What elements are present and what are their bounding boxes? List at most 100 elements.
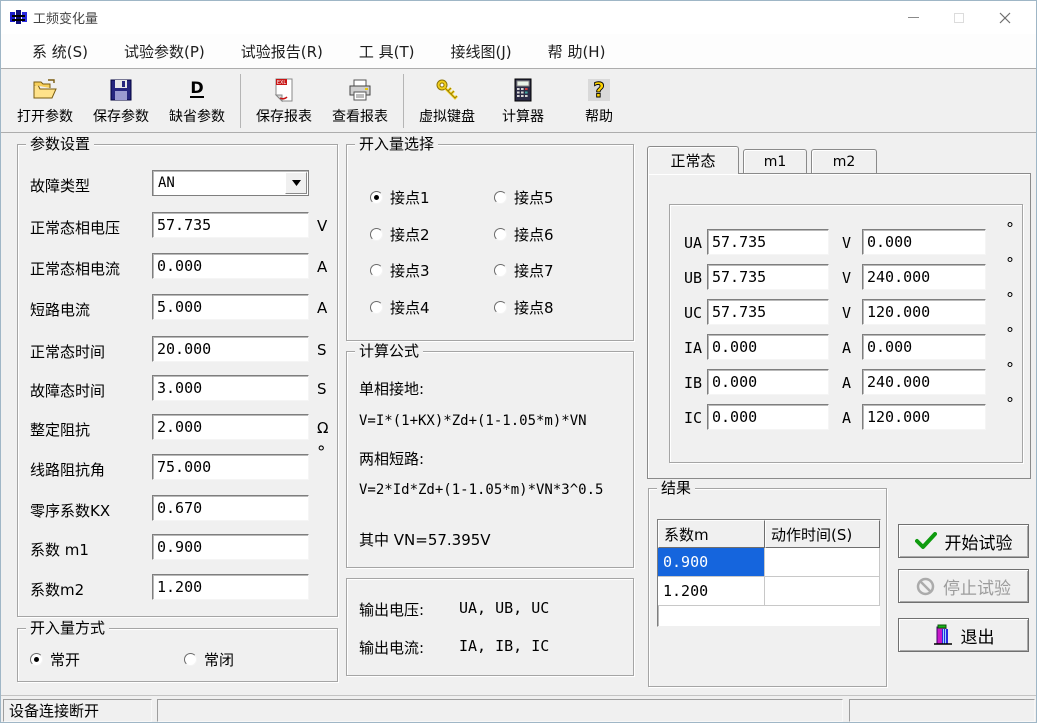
menu-wiring-diagram[interactable]: 接线图(J) bbox=[442, 37, 521, 66]
close-button[interactable] bbox=[982, 1, 1028, 34]
tab-m1[interactable]: m1 bbox=[743, 149, 807, 174]
param-settings-title: 参数设置 bbox=[26, 136, 94, 153]
toolbar: 打开参数 保存参数 D 缺省参数 bbox=[1, 68, 1036, 133]
normal-phase-current-field[interactable] bbox=[152, 253, 309, 279]
results-table[interactable]: 系数m 动作时间(S) 0.900 1.200 bbox=[657, 519, 881, 627]
ib-angle-field[interactable] bbox=[862, 369, 986, 395]
ic-angle-field[interactable] bbox=[862, 404, 986, 430]
ua-angle-field[interactable] bbox=[862, 229, 986, 255]
minimize-button[interactable] bbox=[890, 1, 936, 34]
menu-bar: 系 统(S) 试验参数(P) 试验报告(R) 工 具(T) 接线图(J) 帮 助… bbox=[1, 34, 1036, 68]
field-unit: ° bbox=[317, 443, 326, 463]
phase-name: IB bbox=[684, 374, 702, 392]
uc-angle-field[interactable] bbox=[862, 299, 986, 325]
help-question-icon: ? bbox=[587, 76, 611, 104]
radio-contact-7[interactable]: 接点7 bbox=[494, 260, 554, 281]
status-bar: 设备连接断开 bbox=[1, 695, 1036, 723]
degree-unit: ° bbox=[1006, 289, 1014, 308]
radio-contact-3[interactable]: 接点3 bbox=[370, 260, 430, 281]
degree-unit: ° bbox=[1006, 359, 1014, 378]
uc-magnitude-field[interactable] bbox=[707, 299, 829, 325]
output-current-label: 输出电流: bbox=[359, 637, 424, 658]
ub-angle-field[interactable] bbox=[862, 264, 986, 290]
output-voltage-label: 输出电压: bbox=[359, 599, 424, 620]
menu-test-params[interactable]: 试验参数(P) bbox=[115, 37, 214, 66]
client-area: 参数设置 故障类型 AN 正常态相电压 V 正常态相电流 A 短路电流 A 正常… bbox=[1, 133, 1037, 695]
normal-state-time-field[interactable] bbox=[152, 336, 309, 362]
calculator-button[interactable]: 计算器 bbox=[485, 72, 561, 130]
contact-select-group: 开入量选择 接点1 接点2 接点3 接点4 接点5 接点6 接点7 接点8 bbox=[346, 144, 634, 341]
ub-magnitude-field[interactable] bbox=[707, 264, 829, 290]
formula-line: 两相短路: bbox=[359, 448, 424, 469]
table-row[interactable]: 1.200 bbox=[658, 577, 880, 606]
default-params-button[interactable]: D 缺省参数 bbox=[159, 72, 235, 130]
radio-contact-1[interactable]: 接点1 bbox=[370, 187, 430, 208]
zero-seq-coeff-field[interactable] bbox=[152, 495, 309, 521]
menu-tools[interactable]: 工 具(T) bbox=[350, 37, 424, 66]
save-report-button[interactable]: EXL 保存报表 bbox=[246, 72, 322, 130]
fault-type-label: 故障类型 bbox=[30, 175, 90, 196]
status-connection: 设备连接断开 bbox=[3, 699, 152, 722]
ia-angle-field[interactable] bbox=[862, 334, 986, 360]
view-report-button[interactable]: 查看报表 bbox=[322, 72, 398, 130]
results-title: 结果 bbox=[657, 480, 695, 497]
exit-button[interactable]: 退出 bbox=[898, 618, 1029, 652]
virtual-keyboard-key-icon bbox=[435, 76, 459, 104]
ic-magnitude-field[interactable] bbox=[707, 404, 829, 430]
fault-state-time-field[interactable] bbox=[152, 375, 309, 401]
coeff-m2-field[interactable] bbox=[152, 574, 309, 600]
radio-normally-open[interactable]: 常开 bbox=[30, 649, 80, 670]
fault-type-combo[interactable]: AN bbox=[152, 170, 309, 196]
virtual-keyboard-button[interactable]: 虚拟键盘 bbox=[409, 72, 485, 130]
status-segment bbox=[157, 699, 843, 722]
setting-impedance-field[interactable] bbox=[152, 414, 309, 440]
coeff-m1-field[interactable] bbox=[152, 534, 309, 560]
save-params-button[interactable]: 保存参数 bbox=[83, 72, 159, 130]
short-circuit-current-field[interactable] bbox=[152, 294, 309, 320]
radio-contact-5[interactable]: 接点5 bbox=[494, 187, 554, 208]
radio-dot bbox=[370, 191, 383, 204]
toolbar-separator bbox=[403, 74, 404, 128]
menu-system[interactable]: 系 统(S) bbox=[23, 37, 97, 66]
field-label: 正常态相电流 bbox=[30, 258, 120, 279]
input-mode-group: 开入量方式 常开 常闭 bbox=[17, 628, 338, 682]
open-params-button[interactable]: 打开参数 bbox=[7, 72, 83, 130]
field-unit: A bbox=[317, 299, 327, 317]
radio-contact-8[interactable]: 接点8 bbox=[494, 297, 554, 318]
ia-magnitude-field[interactable] bbox=[707, 334, 829, 360]
save-report-icon: EXL bbox=[274, 76, 294, 104]
formula-line: V=2*Id*Zd+(1-1.05*m)*VN*3^0.5 bbox=[359, 482, 603, 498]
svg-text:?: ? bbox=[593, 78, 605, 102]
combo-dropdown-button[interactable] bbox=[285, 172, 307, 194]
results-header: 系数m 动作时间(S) bbox=[658, 520, 880, 548]
window-title: 工频变化量 bbox=[33, 8, 98, 27]
title-bar: 工频变化量 bbox=[1, 1, 1036, 34]
field-label: 正常态相电压 bbox=[30, 217, 120, 238]
toolbar-separator bbox=[240, 74, 241, 128]
help-button[interactable]: ? 帮助 bbox=[561, 72, 637, 130]
radio-contact-4[interactable]: 接点4 bbox=[370, 297, 430, 318]
field-label: 零序系数KX bbox=[30, 500, 110, 521]
ua-magnitude-field[interactable] bbox=[707, 229, 829, 255]
calculator-icon bbox=[514, 76, 532, 104]
radio-contact-6[interactable]: 接点6 bbox=[494, 224, 554, 245]
field-label: 系数 m1 bbox=[30, 539, 89, 560]
radio-normally-closed[interactable]: 常闭 bbox=[184, 649, 234, 670]
phase-unit: V bbox=[842, 304, 851, 322]
chevron-down-icon bbox=[292, 180, 301, 186]
radio-dot bbox=[370, 264, 383, 277]
normal-phase-voltage-field[interactable] bbox=[152, 212, 309, 238]
line-impedance-angle-field[interactable] bbox=[152, 454, 309, 480]
tab-normal-state[interactable]: 正常态 bbox=[647, 146, 739, 174]
maximize-button[interactable] bbox=[936, 1, 982, 34]
svg-text:D: D bbox=[190, 78, 203, 97]
field-label: 故障态时间 bbox=[30, 380, 105, 401]
tab-m2[interactable]: m2 bbox=[811, 149, 877, 174]
ib-magnitude-field[interactable] bbox=[707, 369, 829, 395]
start-test-button[interactable]: 开始试验 bbox=[898, 524, 1029, 558]
menu-test-report[interactable]: 试验报告(R) bbox=[232, 37, 332, 66]
phase-name: IA bbox=[684, 339, 702, 357]
radio-contact-2[interactable]: 接点2 bbox=[370, 224, 430, 245]
menu-help[interactable]: 帮 助(H) bbox=[539, 37, 615, 66]
table-row[interactable]: 0.900 bbox=[658, 548, 880, 577]
